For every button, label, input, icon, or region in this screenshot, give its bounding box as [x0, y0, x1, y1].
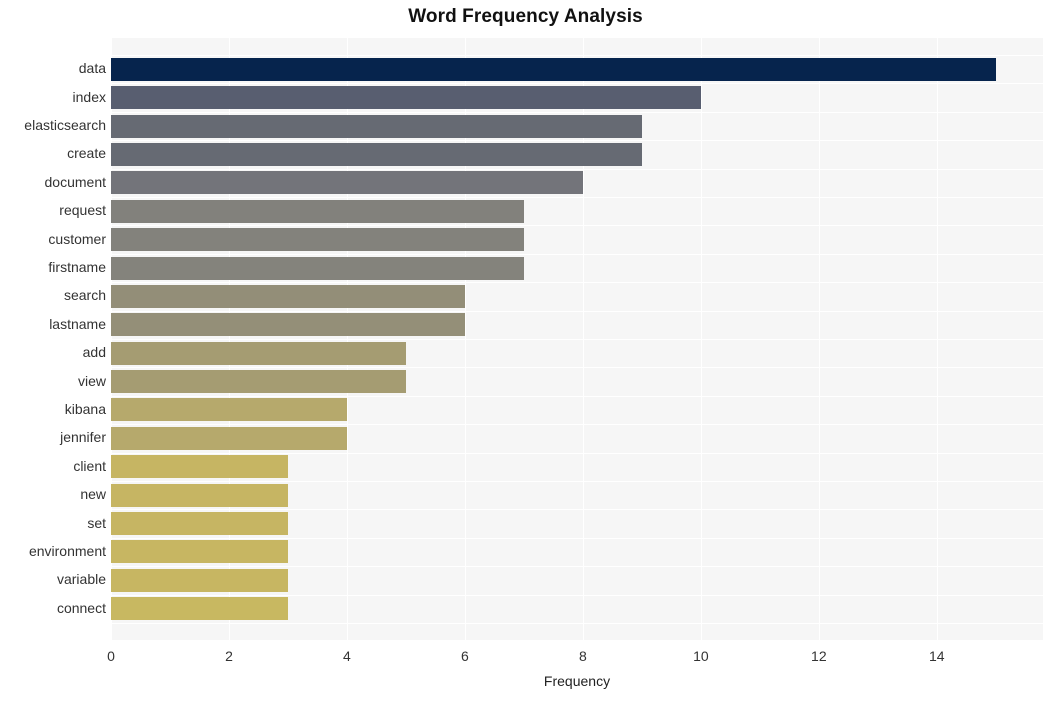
gridline-horizontal [111, 197, 1043, 198]
gridline-horizontal [111, 83, 1043, 84]
chart-figure: Word Frequency Analysis data index elastic… [0, 0, 1051, 701]
y-tick-label: kibana [64, 401, 106, 417]
y-tick-label: add [82, 344, 106, 360]
bar [111, 512, 288, 535]
bar [111, 257, 524, 280]
gridline-horizontal [111, 140, 1043, 141]
bar [111, 86, 701, 109]
x-tick-label: 4 [343, 648, 351, 664]
y-tick-label: elasticsearch [24, 117, 106, 133]
y-axis-tick-labels: data index elasticsearch create document requ… [0, 38, 106, 640]
gridline-horizontal [111, 453, 1043, 454]
bar [111, 569, 288, 592]
y-tick-label: environment [28, 543, 106, 559]
bar [111, 58, 996, 81]
x-tick-label: 12 [811, 648, 827, 664]
gridline-horizontal [111, 623, 1043, 624]
x-tick-label: 6 [461, 648, 469, 664]
y-tick-label: search [63, 287, 106, 303]
gridline-horizontal [111, 367, 1043, 368]
plot-area [111, 38, 1043, 640]
gridline-horizontal [111, 396, 1043, 397]
y-tick-label: view [77, 373, 106, 389]
x-axis-title: Frequency [543, 673, 611, 689]
x-tick-label: 0 [107, 648, 115, 664]
bar [111, 540, 288, 563]
bar [111, 200, 524, 223]
gridline-horizontal [111, 282, 1043, 283]
bar [111, 427, 347, 450]
x-axis-tick-labels: 0 2 4 6 8 10 12 14 [0, 640, 1051, 666]
gridline-horizontal [111, 169, 1043, 170]
x-tick-label: 10 [693, 648, 709, 664]
gridline-horizontal [111, 595, 1043, 596]
y-tick-label: lastname [49, 316, 106, 332]
gridline-horizontal [111, 509, 1043, 510]
y-tick-label: index [72, 89, 106, 105]
x-tick-label: 14 [929, 648, 945, 664]
bar [111, 228, 524, 251]
bar [111, 143, 642, 166]
bar [111, 115, 642, 138]
gridline-horizontal [111, 424, 1043, 425]
y-tick-label: client [73, 458, 106, 474]
gridline-horizontal [111, 225, 1043, 226]
gridline-horizontal [111, 254, 1043, 255]
bar [111, 455, 288, 478]
bar [111, 398, 347, 421]
y-tick-label: firstname [48, 259, 106, 275]
y-tick-label: document [44, 174, 106, 190]
y-tick-label: connect [56, 600, 106, 616]
x-tick-label: 2 [225, 648, 233, 664]
x-tick-label: 8 [578, 648, 587, 664]
y-tick-label: variable [56, 571, 106, 587]
bar [111, 313, 465, 336]
bar [111, 484, 288, 507]
y-tick-label: customer [48, 231, 106, 247]
bar [111, 171, 583, 194]
bar [111, 370, 406, 393]
y-tick-label: request [59, 202, 106, 218]
y-tick-label: create [67, 145, 106, 161]
gridline-horizontal [111, 538, 1043, 539]
bar [111, 342, 406, 365]
chart-title: Word Frequency Analysis [408, 6, 643, 27]
gridline-horizontal [111, 339, 1043, 340]
gridline-horizontal [111, 481, 1043, 482]
y-tick-label: jennifer [60, 429, 106, 445]
gridline-horizontal [111, 112, 1043, 113]
y-tick-label: new [80, 486, 106, 502]
bar [111, 285, 465, 308]
y-tick-label: set [87, 515, 106, 531]
gridline-horizontal [111, 566, 1043, 567]
gridline-horizontal [111, 311, 1043, 312]
bar [111, 597, 288, 620]
y-tick-label: data [78, 60, 106, 76]
gridline-horizontal [111, 55, 1043, 56]
